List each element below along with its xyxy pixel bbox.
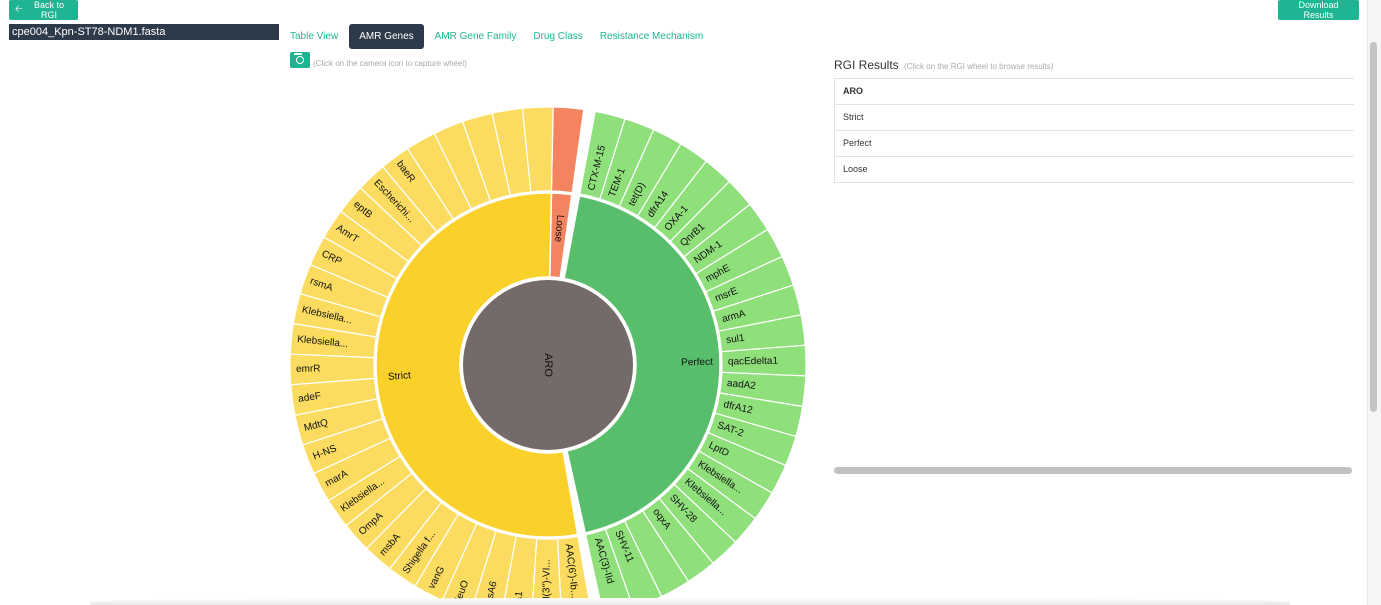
wheel-gene-label: emrR — [296, 364, 321, 375]
arrow-left-icon: 🡠 — [15, 3, 24, 15]
wheel-gene-blank[interactable] — [550, 106, 585, 194]
rgi-wheel[interactable]: AROLoosePerfectCTX-M-15TEM-1tet(D)dfrA14… — [280, 75, 820, 605]
tab-resistance-mechanism[interactable]: Resistance Mechanism — [594, 24, 709, 49]
wheel-group-label-strict: Strict — [388, 370, 412, 383]
tab-amr-genes[interactable]: AMR Genes — [349, 24, 424, 49]
rgi-results-table: ARO Strict Perfect Loose — [834, 78, 1354, 183]
back-to-rgi-button[interactable]: 🡠 Back to RGI — [9, 0, 78, 20]
results-row-strict[interactable]: Strict — [834, 105, 1354, 131]
camera-icon[interactable] — [290, 52, 310, 68]
tab-table-view[interactable]: Table View — [284, 24, 344, 49]
camera-hint: (Click on the camera icon to capture whe… — [313, 59, 467, 68]
results-row-perfect[interactable]: Perfect — [834, 131, 1354, 157]
rgi-results-hint: (Click on the RGI wheel to browse result… — [904, 62, 1054, 71]
wheel-center-label: ARO — [542, 353, 554, 377]
horizontal-scrollbar[interactable] — [834, 467, 1352, 474]
tab-drug-class[interactable]: Drug Class — [527, 24, 588, 49]
vertical-scrollbar[interactable] — [1370, 42, 1377, 412]
bottom-shadow — [90, 598, 1290, 605]
wheel-gene-label: qacEdelta1 — [728, 356, 779, 368]
rgi-results-title: RGI Results (Click on the RGI wheel to b… — [834, 58, 1053, 72]
results-row-aro[interactable]: ARO — [834, 79, 1354, 105]
wheel-group-label-loose: Loose — [552, 214, 565, 242]
tab-amr-gene-family[interactable]: AMR Gene Family — [429, 24, 523, 49]
filename-label: cpe004_Kpn-ST78-NDM1.fasta — [9, 24, 279, 40]
wheel-group-label-perfect: Perfect — [681, 357, 713, 369]
download-results-button[interactable]: Download Results — [1278, 0, 1359, 20]
rgi-results-heading: RGI Results — [834, 58, 899, 72]
results-row-loose[interactable]: Loose — [834, 157, 1354, 183]
back-to-rgi-label: Back to RGI — [34, 0, 65, 20]
view-tabs: Table View AMR Genes AMR Gene Family Dru… — [284, 24, 714, 49]
